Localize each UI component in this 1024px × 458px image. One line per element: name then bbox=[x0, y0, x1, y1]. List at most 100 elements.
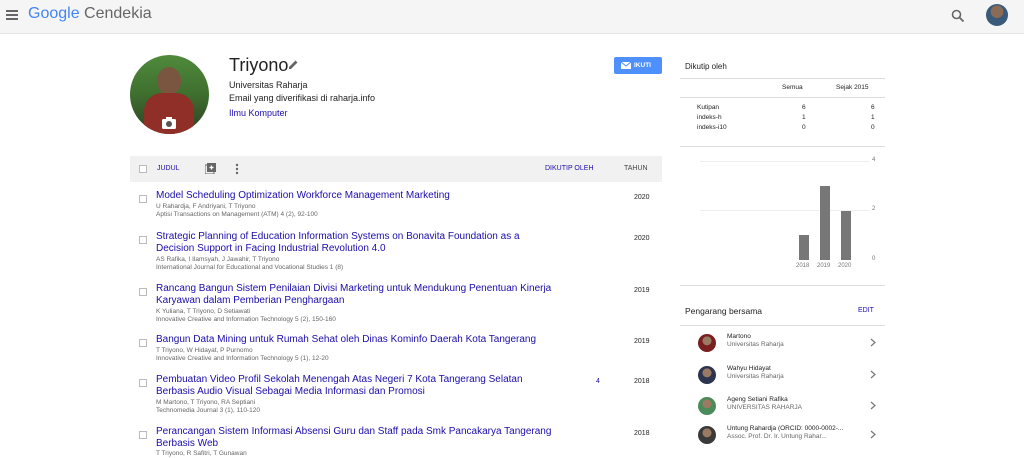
profile-interest-link[interactable]: Ilmu Komputer bbox=[229, 108, 288, 118]
publication-title[interactable]: Model Scheduling Optimization Workforce … bbox=[156, 190, 556, 202]
metric-all: 6 bbox=[802, 104, 806, 111]
cited-by-title: Dikutip oleh bbox=[685, 62, 727, 71]
coauthors-title: Pengarang bersama bbox=[685, 306, 763, 316]
coauthor-avatar bbox=[698, 366, 716, 384]
publication-year: 2020 bbox=[634, 235, 650, 242]
publication-authors: M Martono, T Triyono, RA Septiani bbox=[156, 399, 256, 406]
row-checkbox[interactable] bbox=[139, 288, 147, 296]
chart-bar[interactable] bbox=[841, 210, 851, 260]
publication-authors: U Rahardja, F Andriyani, T Triyono bbox=[156, 203, 256, 210]
chevron-right-icon bbox=[870, 430, 876, 439]
y-tick: 4 bbox=[872, 157, 876, 163]
coauthor-name: Wahyu Hidayat bbox=[727, 365, 771, 372]
publication-cited[interactable]: 4 bbox=[596, 378, 600, 385]
y-tick: 2 bbox=[872, 206, 876, 212]
menu-icon[interactable] bbox=[6, 10, 18, 20]
publication-authors: T Triyono, R Safitri, T Gunawan bbox=[156, 450, 247, 457]
row-checkbox[interactable] bbox=[139, 379, 147, 387]
coauthor-name: Martono bbox=[727, 333, 751, 340]
chevron-right-icon bbox=[870, 401, 876, 410]
google-scholar-logo[interactable]: Google Cendekia bbox=[28, 5, 152, 23]
publication-year: 2018 bbox=[634, 430, 650, 437]
publication-title[interactable]: Perancangan Sistem Informasi Absensi Gur… bbox=[156, 426, 556, 450]
x-tick: 2018 bbox=[796, 263, 810, 269]
follow-label: IKUTI bbox=[634, 62, 651, 69]
row-checkbox[interactable] bbox=[139, 339, 147, 347]
coauthor-item[interactable]: Martono Universitas Raharja bbox=[680, 330, 885, 360]
logo-cendekia: Cendekia bbox=[84, 5, 152, 22]
coauthor-affiliation: UNIVERSITAS RAHARJA bbox=[727, 404, 803, 411]
coauthor-affiliation: Assoc. Prof. Dr. Ir. Untung Rahar... bbox=[727, 433, 827, 440]
row-checkbox[interactable] bbox=[139, 431, 147, 439]
coauthor-item[interactable]: Wahyu Hidayat Universitas Raharja bbox=[680, 362, 885, 392]
divider bbox=[680, 78, 885, 79]
divider bbox=[680, 97, 885, 98]
divider bbox=[680, 146, 885, 147]
sort-by-title[interactable]: JUDUL bbox=[157, 165, 180, 172]
chart-bar[interactable] bbox=[820, 185, 830, 260]
sort-by-cited[interactable]: DIKUTIP OLEH bbox=[545, 165, 594, 172]
divider bbox=[680, 325, 885, 326]
profile-affiliation: Universitas Raharja bbox=[229, 80, 308, 90]
x-tick: 2019 bbox=[817, 263, 831, 269]
publication-title[interactable]: Bangun Data Mining untuk Rumah Sehat ole… bbox=[156, 334, 556, 346]
col-all: Semua bbox=[782, 84, 803, 91]
publication-authors: K Yuliana, T Triyono, D Setiawati bbox=[156, 308, 251, 315]
sort-by-year[interactable]: TAHUN bbox=[624, 165, 648, 172]
publication-venue: Innovative Creative and Information Tech… bbox=[156, 316, 336, 323]
publication-year: 2019 bbox=[634, 287, 650, 294]
publication-venue: Technomedia Journal 3 (1), 110-120 bbox=[156, 407, 260, 414]
metric-since: 6 bbox=[871, 104, 875, 111]
publication-venue: International Journal for Educational an… bbox=[156, 264, 344, 271]
x-tick: 2020 bbox=[838, 263, 852, 269]
publication-title[interactable]: Strategic Planning of Education Informat… bbox=[156, 231, 556, 255]
coauthor-affiliation: Universitas Raharja bbox=[727, 341, 784, 348]
publication-venue: Aptisi Transactions on Management (ATM) … bbox=[156, 211, 318, 218]
publication-venue: Innovative Creative and Information Tech… bbox=[156, 355, 329, 362]
camera-icon[interactable] bbox=[161, 116, 177, 130]
chart-bar[interactable] bbox=[799, 235, 809, 260]
metric-label: indeks-h bbox=[697, 114, 722, 121]
metric-since: 0 bbox=[871, 124, 875, 131]
coauthor-avatar bbox=[698, 397, 716, 415]
publications-header: JUDUL DIKUTIP OLEH TAHUN bbox=[130, 156, 662, 182]
more-options-icon[interactable] bbox=[235, 163, 239, 175]
search-icon[interactable] bbox=[951, 9, 965, 23]
coauthor-name: Untung Rahardja (ORCID: 0000-0002-... bbox=[727, 425, 844, 432]
coauthor-name: Ageng Setiani Rafika bbox=[727, 396, 788, 403]
coauthors-edit-button[interactable]: EDIT bbox=[858, 307, 874, 314]
profile-name: Triyono bbox=[229, 55, 289, 75]
metric-all: 0 bbox=[802, 124, 806, 131]
select-all-checkbox[interactable] bbox=[139, 165, 147, 173]
publication-year: 2018 bbox=[634, 378, 650, 385]
publication-title[interactable]: Rancang Bangun Sistem Penilaian Divisi M… bbox=[156, 283, 556, 307]
gridline bbox=[700, 161, 870, 162]
publication-year: 2020 bbox=[634, 194, 650, 201]
coauthor-affiliation: Universitas Raharja bbox=[727, 373, 784, 380]
metric-since: 1 bbox=[871, 114, 875, 121]
y-tick: 0 bbox=[872, 256, 876, 262]
mail-icon bbox=[621, 62, 631, 69]
account-avatar[interactable] bbox=[986, 4, 1008, 26]
metric-label: Kutipan bbox=[697, 104, 720, 111]
publication-authors: AS Rafika, I Ilamsyah, J Jawahir, T Triy… bbox=[156, 256, 280, 263]
logo-google: Google bbox=[28, 5, 80, 22]
publication-year: 2019 bbox=[634, 338, 650, 345]
metric-all: 1 bbox=[802, 114, 806, 121]
coauthor-item[interactable]: Untung Rahardja (ORCID: 0000-0002-... Ass… bbox=[680, 422, 885, 452]
coauthor-avatar bbox=[698, 334, 716, 352]
edit-pencil-icon[interactable] bbox=[288, 59, 299, 70]
coauthor-avatar bbox=[698, 426, 716, 444]
chevron-right-icon bbox=[870, 338, 876, 347]
follow-button[interactable]: IKUTI bbox=[614, 57, 662, 74]
add-article-icon[interactable] bbox=[205, 163, 216, 174]
metric-label: indeks-i10 bbox=[697, 124, 727, 131]
coauthor-item[interactable]: Ageng Setiani Rafika UNIVERSITAS RAHARJA bbox=[680, 393, 885, 423]
row-checkbox[interactable] bbox=[139, 195, 147, 203]
publication-title[interactable]: Pembuatan Video Profil Sekolah Menengah … bbox=[156, 374, 556, 398]
col-since: Sejak 2015 bbox=[836, 84, 869, 91]
divider bbox=[680, 285, 885, 286]
profile-email: Email yang diverifikasi di raharja.info bbox=[229, 93, 376, 103]
row-checkbox[interactable] bbox=[139, 236, 147, 244]
chevron-right-icon bbox=[870, 370, 876, 379]
